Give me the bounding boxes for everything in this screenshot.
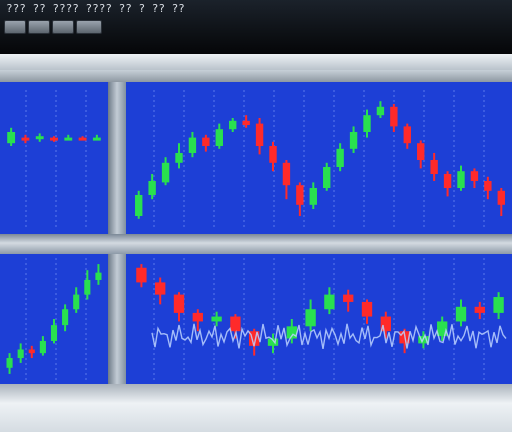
- candle-bearish[interactable]: [403, 126, 411, 144]
- candle-bullish[interactable]: [175, 153, 183, 163]
- candle-bullish[interactable]: [493, 297, 504, 313]
- candle-bullish[interactable]: [73, 294, 80, 310]
- candle-bullish[interactable]: [135, 195, 143, 216]
- candle-bearish[interactable]: [343, 294, 354, 302]
- candle-bullish[interactable]: [188, 137, 197, 153]
- trading-charts: [6, 90, 507, 380]
- candle-bullish[interactable]: [323, 167, 331, 188]
- title-bar: ??? ?? ???? ???? ?? ? ?? ??: [0, 0, 512, 54]
- candle-bullish[interactable]: [50, 325, 58, 341]
- candle-bearish[interactable]: [173, 294, 185, 313]
- candle-bullish[interactable]: [148, 181, 156, 195]
- candle-bearish[interactable]: [430, 160, 438, 174]
- candle-bullish[interactable]: [17, 349, 24, 359]
- candle-bearish[interactable]: [192, 312, 203, 322]
- candle-bullish[interactable]: [336, 148, 344, 167]
- candle-bullish[interactable]: [62, 309, 69, 326]
- candle-bearish[interactable]: [78, 137, 87, 141]
- candle-bullish[interactable]: [215, 129, 223, 146]
- indicator-line: [151, 323, 507, 350]
- candle-bearish[interactable]: [230, 316, 241, 332]
- candle-bullish[interactable]: [211, 316, 222, 322]
- chart-area: [0, 82, 512, 384]
- candle-bullish[interactable]: [95, 272, 102, 280]
- candle-bullish[interactable]: [309, 188, 317, 205]
- toolbar: [4, 20, 102, 34]
- candle-bullish[interactable]: [376, 106, 385, 116]
- toolbar-button-3[interactable]: [52, 20, 74, 34]
- candle-bearish[interactable]: [242, 120, 250, 125]
- candle-bullish[interactable]: [6, 358, 13, 368]
- candle-bearish[interactable]: [50, 137, 58, 141]
- candle-bearish[interactable]: [136, 267, 147, 283]
- candle-bearish[interactable]: [255, 123, 264, 146]
- trading-app-window: ??? ?? ???? ???? ?? ? ?? ??: [0, 0, 512, 432]
- candle-bullish[interactable]: [64, 137, 73, 141]
- candle-bearish[interactable]: [474, 306, 485, 313]
- candle-bullish[interactable]: [7, 132, 16, 144]
- candle-bearish[interactable]: [202, 137, 210, 146]
- candle-bullish[interactable]: [324, 294, 335, 310]
- window-frame-bottom: [0, 384, 512, 432]
- window-title: ??? ?? ???? ???? ?? ? ?? ??: [6, 2, 185, 15]
- window-frame-top: [0, 54, 512, 70]
- toolbar-button-2[interactable]: [28, 20, 50, 34]
- candle-bearish[interactable]: [282, 162, 291, 186]
- toolbar-button-1[interactable]: [4, 20, 26, 34]
- candle-bullish[interactable]: [84, 279, 91, 295]
- candle-bullish[interactable]: [457, 171, 465, 188]
- candle-bullish[interactable]: [92, 137, 101, 141]
- candle-bullish[interactable]: [455, 306, 467, 322]
- candle-bullish[interactable]: [39, 340, 46, 354]
- candle-bearish[interactable]: [443, 174, 452, 188]
- window-frame-bar: [0, 70, 512, 82]
- candle-bearish[interactable]: [390, 106, 398, 127]
- candle-bearish[interactable]: [470, 171, 479, 181]
- candle-bullish[interactable]: [305, 309, 316, 327]
- candle-bullish[interactable]: [161, 162, 170, 183]
- candle-bullish[interactable]: [35, 136, 44, 140]
- candle-bullish[interactable]: [229, 120, 237, 130]
- candle-bearish[interactable]: [155, 282, 166, 295]
- candle-bearish[interactable]: [269, 146, 277, 163]
- toolbar-button-4[interactable]: [76, 20, 102, 34]
- candle-bearish[interactable]: [497, 190, 505, 205]
- candle-bearish[interactable]: [21, 137, 30, 141]
- candle-bearish[interactable]: [28, 349, 35, 354]
- candle-bearish[interactable]: [361, 301, 373, 317]
- candle-bearish[interactable]: [484, 181, 492, 191]
- candle-bullish[interactable]: [363, 115, 371, 132]
- candle-bearish[interactable]: [417, 143, 425, 160]
- candle-bullish[interactable]: [349, 132, 358, 149]
- candle-bearish[interactable]: [296, 185, 304, 205]
- panel-divider-horizontal[interactable]: [0, 234, 512, 254]
